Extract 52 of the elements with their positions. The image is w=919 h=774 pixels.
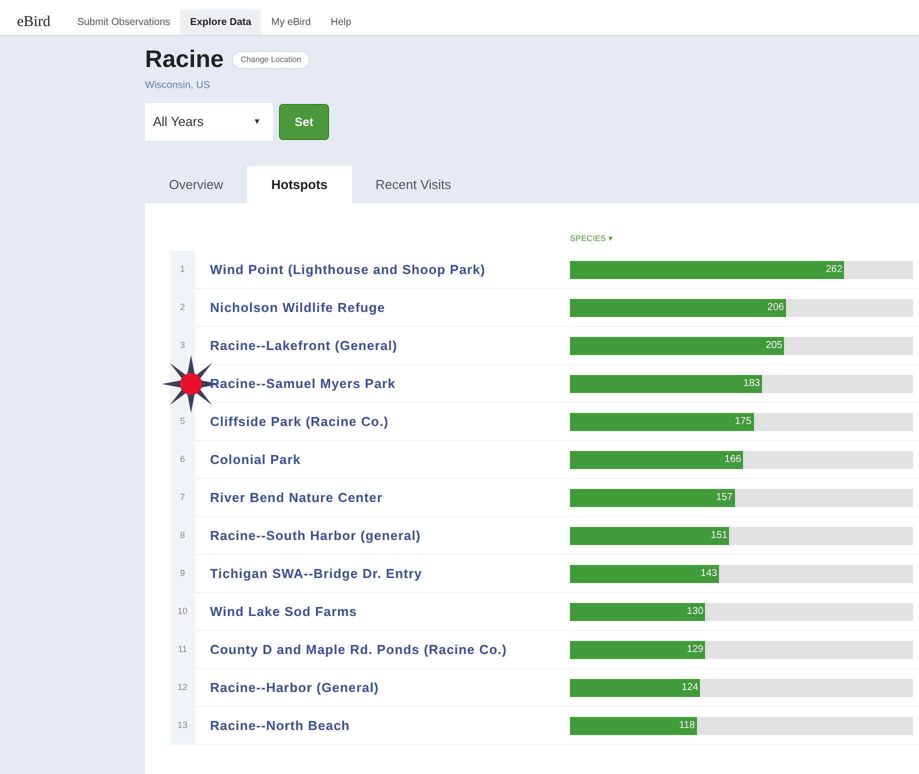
hotspot-link[interactable]: County D and Maple Rd. Ponds (Racine Co.) [195,640,570,660]
location-title: Racine [145,45,224,75]
ebird-logo[interactable]: eBird [0,11,68,34]
rank-number: 3 [178,338,186,352]
hotspot-link[interactable]: Nicholson Wildlife Refuge [195,298,570,318]
rank-number: 5 [178,414,186,428]
nav-link[interactable]: Explore Data [180,10,262,35]
species-count: 129 [686,643,704,657]
rank-number: 1 [178,262,186,276]
species-count: 151 [710,529,728,543]
hotspot-link[interactable]: Racine--Harbor (General) [195,678,570,698]
hotspot-link[interactable]: Racine--Samuel Myers Park [195,374,570,394]
nav-link[interactable]: Submit Observations [67,10,180,35]
species-count: 183 [743,377,760,391]
species-count: 157 [716,491,733,505]
nav-link[interactable]: My eBird [261,10,321,35]
dropdown-arrow-icon: ▼ [253,116,261,128]
species-count: 124 [682,681,698,695]
hotspot-link[interactable]: Tichigan SWA--Bridge Dr. Entry [195,564,570,584]
hotspot-link[interactable]: Colonial Park [195,450,570,470]
species-count: 118 [678,719,695,733]
rank-number: 6 [178,452,186,466]
species-count: 262 [826,263,842,277]
change-location-button[interactable]: Change Location [232,51,310,69]
rank-number: 10 [176,604,188,618]
species-count: 130 [686,605,704,619]
rank-number: 2 [178,300,186,314]
rank-number: 11 [176,642,188,656]
nav-link[interactable]: Help [320,10,362,35]
rank-number: 12 [176,680,188,694]
hotspot-link[interactable]: Racine--Lakefront (General) [195,336,570,356]
tab[interactable]: Hotspots [247,166,352,203]
hotspot-link[interactable]: Wind Point (Lighthouse and Shoop Park) [195,260,570,280]
species-count: 205 [766,339,782,353]
year-select[interactable]: All Years ▼ [145,103,273,141]
species-count: 166 [724,453,742,467]
rank-number: 9 [178,566,186,580]
hotspot-link[interactable]: Wind Lake Sod Farms [195,602,570,622]
species-count: 206 [767,301,784,315]
species-count: 143 [700,567,718,581]
hotspot-link[interactable]: River Bend Nature Center [195,488,570,508]
rank-number: 8 [178,528,186,542]
tab[interactable]: Overview [145,166,248,203]
species-column-header[interactable]: SPECIES ▾ [570,233,613,245]
tab[interactable]: Recent Visits [352,166,476,203]
hotspot-link[interactable]: Cliffside Park (Racine Co.) [195,412,570,432]
hotspot-link[interactable]: Racine--North Beach [195,716,570,736]
hotspot-link[interactable]: Racine--South Harbor (general) [195,526,570,546]
species-count: 175 [734,415,752,429]
set-button[interactable]: Set [279,104,329,140]
rank-number: 13 [176,718,188,732]
rank-number: 7 [178,490,186,504]
